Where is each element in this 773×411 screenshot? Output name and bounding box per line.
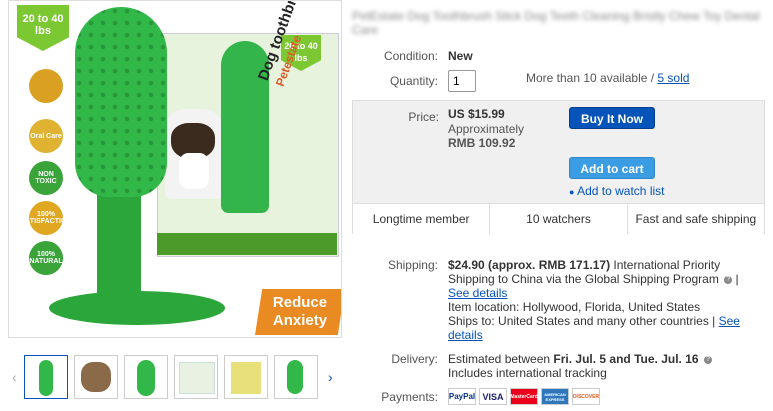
listing-title: PetEstate Dog Toothbrush Stick Dog Teeth… bbox=[352, 9, 760, 37]
thumbnail-5[interactable] bbox=[224, 355, 268, 399]
thumbnail-3[interactable] bbox=[124, 355, 168, 399]
sold-link[interactable]: 5 sold bbox=[657, 71, 689, 85]
thumbnail-6[interactable] bbox=[274, 355, 318, 399]
add-to-watch-list-link[interactable]: ● Add to watch list bbox=[569, 184, 664, 198]
shipping-see-details-link[interactable]: See details bbox=[448, 286, 507, 300]
quantity-label: Quantity: bbox=[389, 74, 438, 88]
mastercard-logo: MasterCard bbox=[510, 388, 538, 405]
approx-label: Approximately bbox=[448, 122, 525, 136]
main-product-image[interactable]: 20 to 40 lbs Oral Care NON TOXIC 100% SA… bbox=[8, 0, 342, 338]
price-box: Price: US $15.99 Approximately RMB 109.9… bbox=[352, 100, 765, 234]
buy-it-now-button[interactable]: Buy It Now bbox=[569, 107, 655, 129]
add-to-cart-button[interactable]: Add to cart bbox=[569, 157, 655, 179]
amex-logo: AMERICAN EXPRESS bbox=[541, 388, 569, 405]
price-label: Price: bbox=[408, 110, 439, 124]
weight-badge: 20 to 40 lbs bbox=[17, 5, 69, 51]
info-icon[interactable]: ? bbox=[724, 275, 733, 284]
trust-longtime-member: Longtime member bbox=[353, 204, 491, 234]
delivery-label: Delivery: bbox=[391, 352, 438, 366]
shipping-method-2: Shipping to China via the Global Shippin… bbox=[448, 272, 719, 286]
availability-count: More than 10 available / bbox=[526, 71, 658, 85]
discover-logo: DISCOVER bbox=[572, 388, 600, 405]
toothbrush-base bbox=[49, 291, 225, 325]
watch-list-text: Add to watch list bbox=[577, 184, 665, 198]
satisfaction-seal: 100% SATISFACTION bbox=[21, 201, 71, 235]
shipping-amount: $24.90 bbox=[448, 258, 485, 272]
thumbnail-strip: ‹ › bbox=[8, 355, 342, 403]
grass-strip bbox=[157, 233, 337, 255]
eye-icon: ● bbox=[569, 187, 575, 197]
delivery-details: Estimated between Fri. Jul. 5 and Tue. J… bbox=[448, 352, 768, 380]
chevron-left-icon[interactable]: ‹ bbox=[12, 369, 17, 385]
delivery-info-icon[interactable]: ? bbox=[703, 355, 712, 364]
trust-fast-shipping: Fast and safe shipping bbox=[635, 212, 757, 226]
item-location: Item location: Hollywood, Florida, Unite… bbox=[448, 300, 701, 314]
price-value: US $15.99 bbox=[448, 107, 505, 121]
shipping-label: Shipping: bbox=[387, 258, 438, 272]
ships-to-details-link[interactable]: details bbox=[448, 328, 483, 342]
delivery-dates: Fri. Jul. 5 and Tue. Jul. 16 bbox=[553, 352, 699, 366]
delivery-prefix: Estimated between bbox=[448, 352, 554, 366]
payments-label: Payments: bbox=[381, 390, 438, 404]
toothbrush-head bbox=[75, 7, 167, 197]
tracking-note: Includes international tracking bbox=[448, 366, 607, 380]
non-toxic-seal: NON TOXIC bbox=[29, 161, 63, 195]
availability-text: More than 10 available / 5 sold bbox=[526, 71, 689, 85]
shipping-method-1: International Priority bbox=[610, 258, 721, 272]
ships-to: Ships to: United States and many other c… bbox=[448, 314, 719, 328]
thumbnail-4[interactable] bbox=[174, 355, 218, 399]
thumbnail-1[interactable] bbox=[24, 355, 68, 399]
paypal-logo: PayPal bbox=[448, 388, 476, 405]
trust-watchers: 10 watchers bbox=[490, 204, 628, 234]
condition-value: New bbox=[448, 49, 473, 63]
shipping-details: $24.90 (approx. RMB 171.17) Internationa… bbox=[448, 258, 740, 342]
reduce-anxiety-banner: Reduce Anxiety bbox=[255, 289, 341, 335]
oral-care-seal: Oral Care bbox=[29, 119, 63, 153]
natural-seal: 100% NATURAL bbox=[29, 241, 63, 275]
condition-label: Condition: bbox=[383, 49, 438, 63]
shipping-approx: (approx. RMB 171.17) bbox=[488, 258, 611, 272]
approx-value: RMB 109.92 bbox=[448, 136, 516, 150]
chevron-right-icon[interactable]: › bbox=[328, 369, 333, 385]
dog-photo bbox=[165, 109, 223, 199]
trust-row: Longtime member 10 watchers Fast and saf… bbox=[353, 203, 764, 234]
thumbnail-2[interactable] bbox=[74, 355, 118, 399]
visa-logo: VISA bbox=[479, 388, 507, 405]
usa-seal-icon bbox=[29, 69, 63, 103]
ships-to-see-link[interactable]: See bbox=[719, 314, 740, 328]
quantity-input[interactable] bbox=[448, 70, 476, 92]
